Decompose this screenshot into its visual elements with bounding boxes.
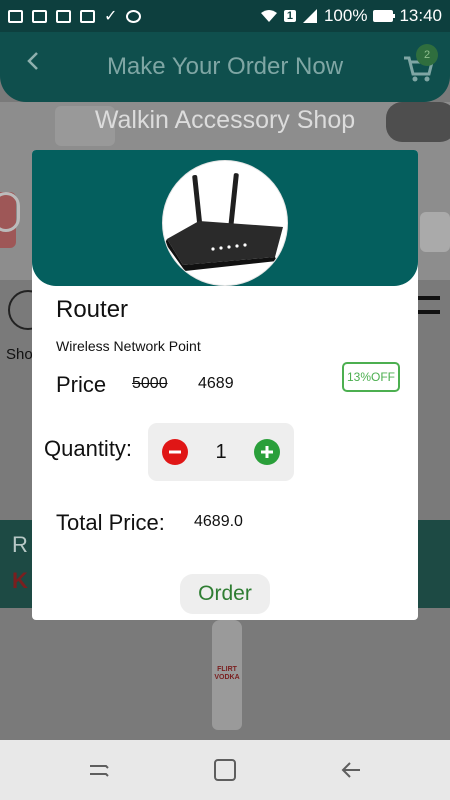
app-bar: Make Your Order Now [0, 32, 450, 102]
discount-badge: 13%OFF [342, 362, 400, 392]
notification-count-badge: 1 [283, 10, 296, 22]
battery-icon [373, 10, 396, 22]
total-price-value: 4689.0 [194, 513, 243, 530]
increase-quantity-button[interactable] [254, 439, 280, 465]
product-card-title: R [12, 532, 28, 557]
status-right-icons: 1 100% 13:40 [260, 6, 442, 26]
filter-icon[interactable] [416, 296, 440, 314]
sync-icon [126, 9, 142, 23]
mail-notification-icon [32, 9, 47, 23]
total-price-label: Total Price: [56, 510, 165, 535]
download-done-icon: ✓ [104, 7, 118, 25]
price-label: Price [56, 372, 107, 397]
product-name: Router [56, 296, 129, 323]
image-notification-icon [80, 9, 95, 23]
recent-apps-icon [90, 765, 109, 777]
home-button[interactable] [214, 759, 236, 781]
quantity-stepper: 1 [148, 423, 294, 481]
system-navigation-bar [0, 740, 450, 800]
banner-item-image [420, 212, 450, 252]
screen-notification-icon [56, 9, 71, 23]
recent-apps-button[interactable] [88, 759, 110, 781]
battery-percent: 100% [323, 6, 368, 25]
wifi-icon [260, 10, 277, 22]
back-nav-button[interactable] [340, 759, 362, 781]
back-button[interactable] [18, 46, 48, 76]
clock: 13:40 [399, 6, 442, 25]
status-left-icons: ✓ [8, 7, 142, 25]
chevron-left-icon [27, 52, 38, 70]
order-dialog: Router Wireless Network Point Price 5000… [32, 150, 418, 620]
cart-count-badge: 2 [416, 44, 438, 66]
quantity-label: Quantity: [44, 436, 133, 461]
banner-item-image [0, 192, 20, 232]
order-button[interactable]: Order [180, 574, 270, 614]
signal-icon [302, 9, 317, 23]
bottle-label: FLIRT VODKA [214, 666, 240, 681]
page-title: Make Your Order Now [106, 53, 344, 80]
original-price: 5000 [132, 375, 168, 392]
search-caption: Sho [6, 346, 33, 363]
back-arrow-icon [341, 762, 360, 778]
product-card-price: K [12, 568, 28, 593]
plus-icon [261, 446, 273, 458]
product-description: Wireless Network Point [56, 338, 201, 354]
status-bar: ✓ 1 100% 13:40 [0, 0, 450, 32]
gallery-notification-icon [8, 9, 23, 23]
product-image [162, 160, 288, 286]
discounted-price: 4689 [198, 375, 234, 392]
shop-name: Walkin Accessory Shop [94, 106, 356, 134]
router-icon [165, 173, 283, 271]
